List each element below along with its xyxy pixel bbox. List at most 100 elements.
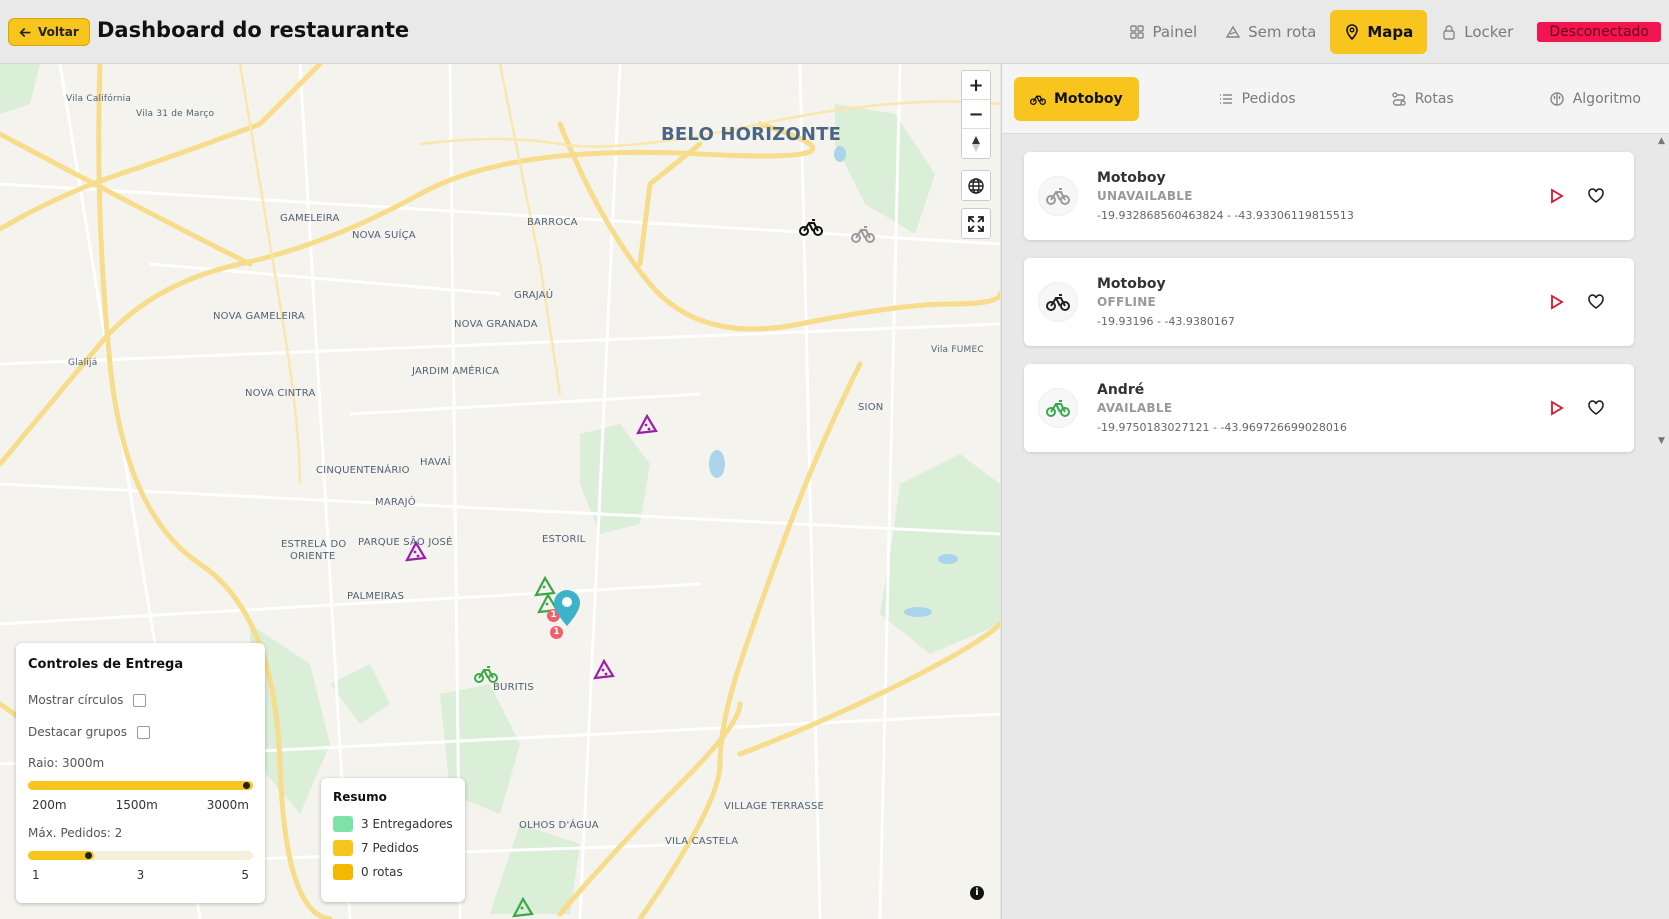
summary-swatch bbox=[333, 864, 353, 880]
route-icon bbox=[1392, 91, 1406, 106]
map-label: BARROCA bbox=[527, 217, 578, 228]
courier-coords: -19.9750183027121 - -43.969726699028016 bbox=[1097, 421, 1347, 434]
courier-card[interactable]: Motoboy UNAVAILABLE -19.932868560463824 … bbox=[1024, 152, 1634, 240]
nav-locker[interactable]: Locker bbox=[1427, 10, 1527, 54]
top-nav: Painel Sem rota Mapa Locker Desconectado bbox=[1115, 10, 1669, 54]
show-circles-label: Mostrar círculos bbox=[28, 693, 124, 707]
courier-marker-available[interactable] bbox=[474, 664, 498, 684]
map-label: MARAJÓ bbox=[375, 497, 416, 508]
app-header: Voltar Dashboard do restaurante Painel S… bbox=[0, 0, 1669, 64]
heart-icon[interactable] bbox=[1587, 187, 1605, 205]
radius-slider[interactable] bbox=[28, 778, 253, 792]
heart-icon[interactable] bbox=[1587, 399, 1605, 417]
map-label: GRAJAÚ bbox=[514, 290, 554, 301]
courier-name: Motoboy bbox=[1097, 170, 1166, 186]
courier-card[interactable]: Motoboy OFFLINE -19.93196 - -43.9380167 bbox=[1024, 258, 1634, 346]
play-icon[interactable] bbox=[1547, 293, 1565, 311]
courier-coords: -19.93196 - -43.9380167 bbox=[1097, 315, 1235, 328]
map-label: ESTRELA DO bbox=[281, 539, 347, 550]
connection-status-badge: Desconectado bbox=[1537, 22, 1661, 42]
map-label: SION bbox=[858, 402, 884, 413]
bike-icon bbox=[1046, 400, 1070, 417]
globe-button[interactable] bbox=[962, 171, 990, 200]
bike-icon bbox=[1030, 95, 1046, 105]
max-orders-slider[interactable] bbox=[28, 848, 253, 862]
map-info-icon[interactable]: i bbox=[970, 886, 984, 900]
highlight-groups-checkbox[interactable] bbox=[137, 725, 150, 739]
highlight-groups-label: Destacar grupos bbox=[28, 725, 127, 739]
courier-card[interactable]: André AVAILABLE -19.9750183027121 - -43.… bbox=[1024, 364, 1634, 452]
nav-locker-label: Locker bbox=[1464, 23, 1514, 41]
tab-motoboy[interactable]: Motoboy bbox=[1014, 76, 1139, 121]
radius-label: Raio: 3000m bbox=[28, 756, 105, 770]
tab-motoboy-label: Motoboy bbox=[1054, 90, 1123, 107]
max-orders-label: Máx. Pedidos: 2 bbox=[28, 826, 123, 840]
map-label: NOVA SUÍÇA bbox=[352, 230, 416, 241]
map-label: CINQUENTENÁRIO bbox=[316, 465, 410, 476]
globe-icon bbox=[968, 177, 984, 194]
courier-status: AVAILABLE bbox=[1097, 401, 1173, 415]
tab-algoritmo-label: Algoritmo bbox=[1572, 90, 1641, 107]
nav-sem-rota[interactable]: Sem rota bbox=[1211, 10, 1330, 54]
radius-slider-fill bbox=[28, 781, 253, 790]
back-button[interactable]: Voltar bbox=[8, 18, 90, 46]
pizza-order-icon[interactable] bbox=[511, 896, 535, 919]
map-label: NOVA GRANADA bbox=[454, 319, 538, 330]
radius-tick: 200m bbox=[32, 798, 67, 812]
nav-mapa-label: Mapa bbox=[1367, 23, 1414, 41]
show-circles-row: Mostrar círculos bbox=[28, 692, 253, 708]
summary-swatch bbox=[333, 816, 353, 832]
map-label: NOVA GAMELEIRA bbox=[213, 311, 305, 322]
courier-marker-unavailable[interactable] bbox=[851, 224, 875, 244]
compass-button[interactable] bbox=[962, 129, 990, 158]
max-orders-tick: 3 bbox=[136, 868, 145, 882]
list-icon bbox=[1219, 93, 1232, 104]
play-icon[interactable] bbox=[1547, 187, 1565, 205]
radius-ticks: 200m 1500m 3000m bbox=[28, 798, 253, 812]
map-label: ESTORIL bbox=[542, 534, 586, 545]
nav-sem-rota-label: Sem rota bbox=[1248, 23, 1317, 41]
heart-icon[interactable] bbox=[1587, 293, 1605, 311]
play-icon[interactable] bbox=[1547, 399, 1565, 417]
tab-rotas[interactable]: Rotas bbox=[1375, 77, 1470, 121]
pizza-order-icon[interactable] bbox=[635, 413, 659, 437]
map-label: BURITIS bbox=[493, 682, 534, 693]
fullscreen-control bbox=[961, 208, 991, 239]
route-off-icon bbox=[1225, 25, 1241, 38]
pizza-order-icon[interactable] bbox=[592, 658, 616, 682]
courier-name: André bbox=[1097, 382, 1145, 398]
map-label: PALMEIRAS bbox=[347, 591, 405, 602]
zoom-out-button[interactable]: − bbox=[962, 100, 990, 129]
scroll-up-icon[interactable]: ▲ bbox=[1658, 136, 1665, 146]
map-label: Vila 31 de Março bbox=[136, 109, 215, 119]
summary-title: Resumo bbox=[333, 790, 387, 804]
show-circles-checkbox[interactable] bbox=[133, 693, 147, 707]
courier-status: UNAVAILABLE bbox=[1097, 189, 1193, 203]
tab-rotas-label: Rotas bbox=[1414, 90, 1454, 107]
panel-tabs: Motoboy Pedidos Rotas Algoritmo bbox=[1002, 64, 1669, 134]
nav-mapa[interactable]: Mapa bbox=[1330, 10, 1428, 54]
side-panel: Motoboy Pedidos Rotas Algoritmo ▲ ▼ Moto… bbox=[1001, 64, 1669, 919]
compass-icon bbox=[972, 135, 980, 152]
map-label: JARDIM AMÉRICA bbox=[412, 366, 500, 377]
summary-label: 0 rotas bbox=[361, 865, 403, 879]
courier-status: OFFLINE bbox=[1097, 295, 1157, 309]
restaurant-pin-icon[interactable] bbox=[552, 588, 582, 628]
max-orders-slider-thumb[interactable] bbox=[85, 852, 92, 859]
back-label: Voltar bbox=[38, 25, 79, 39]
radius-slider-thumb[interactable] bbox=[243, 782, 250, 789]
lock-icon bbox=[1443, 25, 1455, 40]
zoom-controls: + − bbox=[961, 70, 991, 159]
scroll-down-icon[interactable]: ▼ bbox=[1658, 436, 1665, 446]
zoom-in-button[interactable]: + bbox=[962, 71, 990, 100]
summary-label: 3 Entregadores bbox=[361, 817, 453, 831]
pizza-order-icon[interactable] bbox=[404, 540, 428, 564]
courier-marker-offline[interactable] bbox=[799, 217, 823, 237]
nav-painel[interactable]: Painel bbox=[1115, 10, 1211, 54]
summary-panel: Resumo 3 Entregadores 7 Pedidos 0 rotas bbox=[321, 778, 465, 902]
max-orders-tick: 1 bbox=[32, 868, 40, 882]
tab-pedidos[interactable]: Pedidos bbox=[1202, 77, 1312, 121]
tab-algoritmo[interactable]: Algoritmo bbox=[1533, 77, 1657, 121]
fullscreen-button[interactable] bbox=[962, 209, 990, 238]
map-label: VILA CASTELA bbox=[665, 836, 739, 847]
